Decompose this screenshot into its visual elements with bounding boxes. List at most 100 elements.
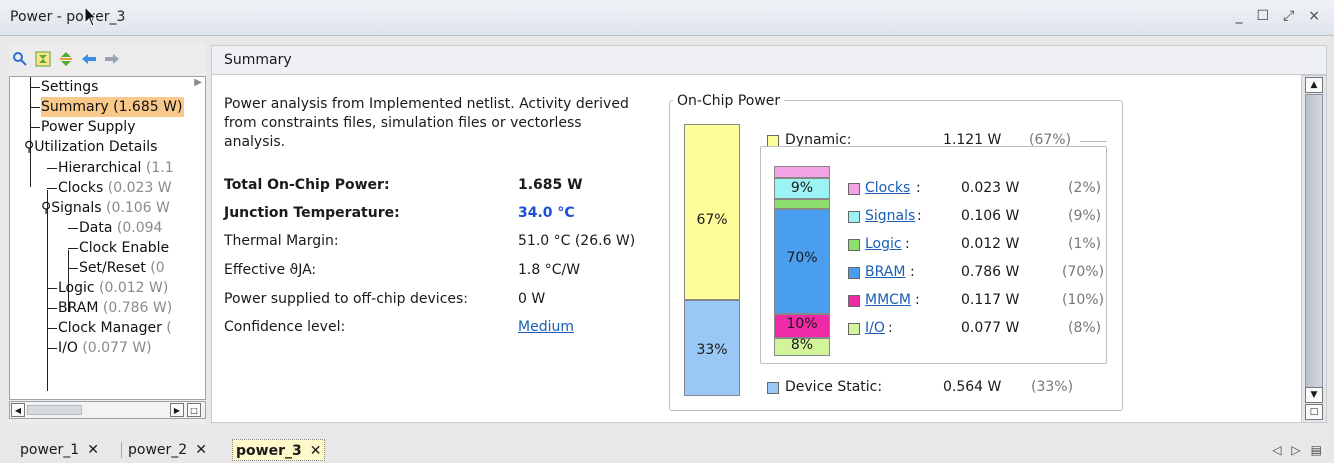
tree-line — [47, 288, 57, 289]
scrollbar-thumb[interactable] — [1305, 94, 1323, 397]
tab-list-icon[interactable]: ▤ — [1311, 443, 1322, 457]
expand-toggle-icon[interactable]: ⚲ — [24, 139, 34, 155]
tree-item-summary[interactable]: Summary (1.685 W) — [41, 97, 185, 117]
logic-swatch — [848, 239, 860, 251]
tree-item-clocks[interactable]: Clocks (0.023 W — [58, 178, 172, 198]
tree-line — [30, 87, 40, 88]
thermal-margin-value: 51.0 °C (26.6 W) — [518, 233, 636, 249]
tree-line — [30, 107, 40, 108]
expand-toggle-icon[interactable]: ⚲ — [41, 200, 51, 216]
tab-label: power_2 — [128, 442, 188, 458]
logic-link[interactable]: Logic — [865, 236, 902, 252]
tree-item-data[interactable]: Data (0.094 — [79, 218, 162, 238]
window-titlebar: Power - power_3 _ ☐ ⤢ × — [0, 0, 1334, 36]
tree-line — [47, 168, 57, 169]
close-icon[interactable]: ✕ — [87, 442, 99, 458]
tree-item-signals[interactable]: ⚲Signals (0.106 W — [41, 198, 170, 218]
tree-item-label: BRAM — [58, 300, 99, 316]
tree-line — [30, 77, 31, 87]
forward-arrow-icon[interactable] — [103, 50, 121, 68]
bram-value: 0.786 W — [961, 264, 1020, 280]
mmcm-segment-label: 10% — [786, 316, 818, 332]
mouse-cursor-icon — [84, 6, 98, 27]
expand-all-icon[interactable] — [57, 50, 75, 68]
io-link[interactable]: I/O — [865, 320, 885, 336]
scroll-down-icon[interactable]: ▼ — [1305, 387, 1323, 403]
confidence-level-label: Confidence level: — [224, 319, 346, 335]
power-navigation-panel: Settings Summary (1.685 W) Power Supply … — [9, 42, 206, 424]
tab-power-3[interactable]: power_3 ✕ — [232, 439, 326, 461]
tree-item-clock-enable[interactable]: Clock Enable — [79, 238, 169, 258]
close-icon[interactable]: ✕ — [310, 443, 322, 459]
tree-item-label: Data — [79, 220, 113, 236]
scroll-right-arrow-icon[interactable]: ▶ — [194, 77, 202, 88]
tree-item-io[interactable]: I/O (0.077 W) — [58, 338, 152, 358]
scroll-right-icon[interactable]: ▶ — [170, 403, 184, 417]
static-percent: (33%) — [1031, 379, 1074, 395]
colon: : — [888, 320, 893, 336]
corner-icon: □ — [187, 403, 201, 417]
tab-label: power_3 — [236, 443, 302, 459]
tab-scroll-right-icon[interactable]: ▷ — [1291, 443, 1300, 457]
tree-item-value: ( — [161, 320, 172, 336]
tree-item-label: Set/Reset — [79, 260, 146, 276]
summary-description: Power analysis from Implemented netlist.… — [224, 96, 629, 150]
offchip-power-value: 0 W — [518, 291, 546, 307]
tree-item-logic[interactable]: Logic (0.012 W) — [58, 278, 168, 298]
window-title: Power - power_3 — [10, 9, 126, 25]
signals-value: 0.106 W — [961, 208, 1020, 224]
mmcm-link[interactable]: MMCM — [865, 292, 911, 308]
power-tree: Settings Summary (1.685 W) Power Supply … — [9, 76, 206, 400]
tab-power-2[interactable]: power_2 ✕ — [128, 439, 207, 461]
tree-item-label: I/O — [58, 340, 78, 356]
tree-horizontal-scrollbar[interactable]: ◀ ▶ □ — [9, 401, 206, 419]
tree-line — [68, 248, 78, 249]
restore-icon[interactable]: ⤢ — [1283, 8, 1294, 24]
signals-link[interactable]: Signals — [865, 208, 915, 224]
scroll-left-icon[interactable]: ◀ — [11, 403, 25, 417]
minimize-icon[interactable]: _ — [1236, 8, 1243, 24]
bram-percent: (70%) — [1062, 264, 1105, 280]
tree-item-bram[interactable]: BRAM (0.786 W) — [58, 298, 172, 318]
scroll-up-icon[interactable]: ▲ — [1305, 77, 1323, 93]
bram-link[interactable]: BRAM — [865, 264, 905, 280]
tab-power-1[interactable]: power_1 ✕ — [20, 439, 99, 461]
junction-temperature-value: 34.0 °C — [518, 205, 575, 221]
close-icon[interactable]: × — [1308, 8, 1320, 24]
dynamic-bar-label: 67% — [696, 212, 728, 228]
group-line — [1080, 141, 1107, 142]
tree-line — [47, 308, 57, 309]
tree-item-value: (0.012 W) — [94, 280, 169, 296]
scrollbar-thumb[interactable] — [27, 405, 82, 415]
io-value: 0.077 W — [961, 320, 1020, 336]
tree-item-power-supply[interactable]: Power Supply — [41, 117, 136, 137]
tree-item-hierarchical[interactable]: Hierarchical (1.1 — [58, 158, 174, 178]
tree-item-clock-manager[interactable]: Clock Manager ( — [58, 318, 172, 338]
tab-scroll-left-icon[interactable]: ◁ — [1272, 443, 1281, 457]
static-value: 0.564 W — [943, 379, 1002, 395]
tree-item-settings[interactable]: Settings — [41, 77, 98, 97]
close-icon[interactable]: ✕ — [195, 442, 207, 458]
tree-item-label: Signals — [51, 200, 102, 216]
tree-item-value: (0.077 W) — [77, 340, 152, 356]
collapse-all-icon[interactable] — [34, 50, 52, 68]
back-arrow-icon[interactable] — [80, 50, 98, 68]
static-swatch — [767, 382, 779, 394]
vertical-scrollbar[interactable]: ▲ ▼ □ — [1301, 75, 1327, 423]
search-icon[interactable] — [11, 50, 29, 68]
confidence-level-link[interactable]: Medium — [518, 319, 574, 335]
clocks-link[interactable]: Clocks — [865, 180, 910, 196]
tree-item-utilization-details[interactable]: ⚲Utilization Details — [24, 137, 157, 157]
maximize-icon[interactable]: ☐ — [1257, 8, 1270, 24]
io-segment-label: 8% — [790, 337, 814, 353]
tree-line — [47, 328, 57, 329]
mmcm-value: 0.117 W — [961, 292, 1020, 308]
tree-line — [68, 268, 78, 269]
logic-percent: (1%) — [1068, 236, 1102, 252]
mmcm-percent: (10%) — [1062, 292, 1105, 308]
tree-item-set-reset[interactable]: Set/Reset (0 — [79, 258, 165, 278]
colon: : — [915, 292, 920, 308]
summary-header: Summary — [211, 45, 1327, 75]
mmcm-swatch — [848, 295, 860, 307]
window-controls: _ ☐ ⤢ × — [1236, 8, 1321, 24]
